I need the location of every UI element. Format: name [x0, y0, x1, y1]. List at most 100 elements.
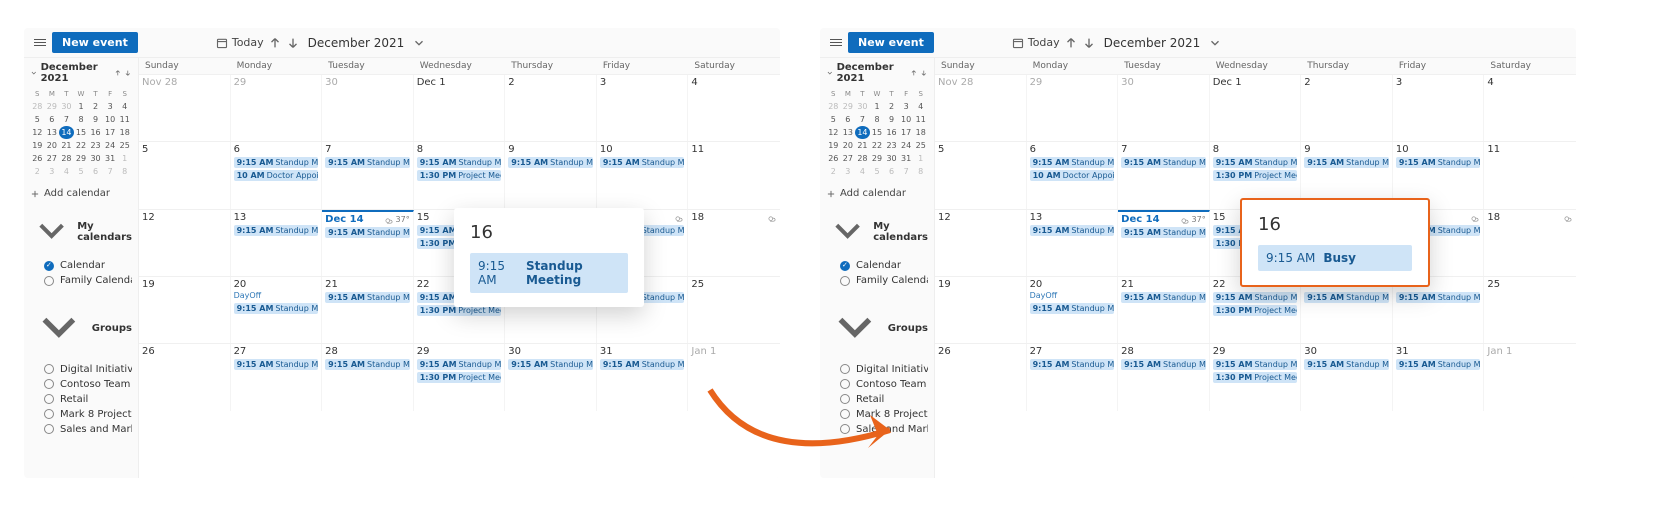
section-groups[interactable]: Groups [826, 298, 928, 359]
calendar-item[interactable]: Family Calendar [30, 273, 132, 288]
day-cell[interactable]: 5 [139, 142, 231, 208]
day-cell[interactable]: 319:15 AM Standup Meeting⟳ [1393, 344, 1485, 410]
mini-day[interactable]: 2 [884, 100, 899, 113]
mini-day[interactable]: 16 [884, 126, 899, 139]
radio-icon[interactable] [44, 261, 54, 271]
mini-day[interactable]: 26 [826, 152, 841, 165]
calendar-item[interactable]: Contoso Team [30, 377, 132, 392]
mini-day[interactable]: 19 [826, 139, 841, 152]
calendar-event[interactable]: 9:15 AM Standup Meeting⟳ [1213, 292, 1298, 303]
day-cell[interactable]: 18 [688, 210, 780, 276]
mini-day[interactable]: 7 [103, 165, 118, 178]
toolbar-month-label[interactable]: December 2021 [1104, 36, 1201, 50]
day-cell[interactable]: 20DayOff9:15 AM Standup Meeting⟳ [231, 277, 323, 343]
calendar-item[interactable]: Digital Initiative Public… [30, 362, 132, 377]
day-cell[interactable]: 3 [597, 75, 689, 141]
radio-icon[interactable] [840, 261, 850, 271]
calendar-event[interactable]: 9:15 AM Standup Meeting⟳ [234, 303, 319, 314]
calendar-event[interactable]: 9:15 AM Standup Meeting⟳ [325, 359, 410, 370]
mini-day[interactable]: 17 [899, 126, 914, 139]
prev-month-arrow-icon[interactable] [1064, 36, 1078, 50]
calendar-event[interactable]: 9:15 AM Standup Meeting⟳ [600, 157, 685, 168]
calendar-event[interactable]: 9:15 AM Standup Meeting⟳ [234, 157, 319, 168]
calendar-item[interactable]: Calendar [826, 258, 928, 273]
day-cell[interactable]: 219:15 AM Standup Meeting⟳ [1118, 277, 1210, 343]
mini-day[interactable]: 3 [45, 165, 60, 178]
mini-day[interactable]: 7 [855, 113, 870, 126]
mini-day[interactable]: 30 [855, 100, 870, 113]
calendar-event[interactable]: 9:15 AM Standup Meeting⟳ [1304, 292, 1389, 303]
mini-day[interactable]: 9 [88, 113, 103, 126]
calendar-event[interactable]: 10 AM Doctor Appointment [234, 170, 319, 181]
chevron-down-icon[interactable] [412, 36, 426, 50]
mini-day[interactable]: 22 [870, 139, 885, 152]
mini-day[interactable]: 24 [103, 139, 118, 152]
calendar-event[interactable]: 9:15 AM Standup Meeting⟳ [1304, 359, 1389, 370]
day-cell[interactable]: 4 [1484, 75, 1576, 141]
day-cell[interactable]: 289:15 AM Standup Meeting⟳ [1118, 344, 1210, 410]
mini-day[interactable]: 6 [45, 113, 60, 126]
mini-day[interactable]: 1 [913, 152, 928, 165]
mini-day[interactable]: 1 [117, 152, 132, 165]
mini-day[interactable]: 21 [855, 139, 870, 152]
mini-day[interactable]: 6 [88, 165, 103, 178]
day-cell[interactable]: 30 [322, 75, 414, 141]
mini-day[interactable]: 8 [870, 113, 885, 126]
day-cell[interactable]: 5 [935, 142, 1027, 208]
mini-day[interactable]: 27 [45, 152, 60, 165]
today-button[interactable]: Today [1012, 36, 1060, 49]
mini-day[interactable]: 12 [30, 126, 45, 139]
day-cell[interactable]: 2 [1301, 75, 1393, 141]
mini-day[interactable]: 18 [117, 126, 132, 139]
mini-day[interactable]: 30 [884, 152, 899, 165]
mini-day[interactable]: 19 [30, 139, 45, 152]
day-cell[interactable]: 139:15 AM Standup Meeting⟳ [1027, 210, 1119, 276]
radio-icon[interactable] [44, 409, 54, 419]
mini-day[interactable]: 28 [855, 152, 870, 165]
day-cell[interactable]: 279:15 AM Standup Meeting⟳ [231, 344, 323, 410]
mini-day[interactable]: 8 [117, 165, 132, 178]
mini-day[interactable]: 6 [841, 113, 856, 126]
day-cell[interactable]: 139:15 AM Standup Meeting⟳ [231, 210, 323, 276]
mini-day[interactable]: 1 [74, 100, 89, 113]
day-cell[interactable]: 19 [139, 277, 231, 343]
add-calendar-button[interactable]: Add calendar [30, 188, 132, 199]
day-cell[interactable]: 319:15 AM Standup Meeting⟳ [597, 344, 689, 410]
day-cell[interactable]: 11 [688, 142, 780, 208]
radio-icon[interactable] [44, 424, 54, 434]
mini-day[interactable]: 7 [59, 113, 74, 126]
mini-day[interactable]: 3 [899, 100, 914, 113]
radio-icon[interactable] [44, 364, 54, 374]
day-cell[interactable]: Dec 1 [414, 75, 506, 141]
mini-day[interactable]: 31 [103, 152, 118, 165]
mini-day[interactable]: 2 [88, 100, 103, 113]
calendar-item[interactable]: Family Calendar [826, 273, 928, 288]
day-cell[interactable]: 29 [231, 75, 323, 141]
calendar-item[interactable]: Sales and Marketing [30, 422, 132, 437]
mini-day[interactable]: 5 [30, 113, 45, 126]
day-cell[interactable]: 309:15 AM Standup Meeting⟳ [1301, 344, 1393, 410]
mini-day[interactable]: 10 [103, 113, 118, 126]
next-month-arrow-icon[interactable] [286, 36, 300, 50]
mini-day[interactable]: 4 [59, 165, 74, 178]
day-cell[interactable]: 18 [1484, 210, 1576, 276]
mini-day[interactable]: 4 [117, 100, 132, 113]
mini-day[interactable]: 23 [884, 139, 899, 152]
section-my-calendars[interactable]: My calendars [30, 209, 132, 255]
day-cell[interactable]: 99:15 AM Standup Meeting⟳ [505, 142, 597, 208]
mini-day[interactable]: 11 [913, 113, 928, 126]
popup-event[interactable]: 9:15 AM Standup Meeting [470, 253, 628, 293]
next-arrow-icon[interactable] [920, 68, 928, 78]
mini-day[interactable]: 28 [826, 100, 841, 113]
day-cell[interactable]: 219:15 AM Standup Meeting⟳ [322, 277, 414, 343]
mini-day[interactable]: 10 [899, 113, 914, 126]
mini-day[interactable]: 6 [884, 165, 899, 178]
mini-day[interactable]: 27 [841, 152, 856, 165]
chevron-down-icon[interactable] [30, 68, 38, 78]
calendar-event[interactable]: 9:15 AM Standup Meeting⟳ [1121, 292, 1206, 303]
calendar-event[interactable]: 10 AM Doctor Appointment [1030, 170, 1115, 181]
day-cell[interactable]: Nov 28 [935, 75, 1027, 141]
calendar-event[interactable]: 9:15 AM Standup Meeting⟳ [1121, 157, 1206, 168]
mini-day[interactable]: 1 [870, 100, 885, 113]
day-cell[interactable]: 3 [1393, 75, 1485, 141]
